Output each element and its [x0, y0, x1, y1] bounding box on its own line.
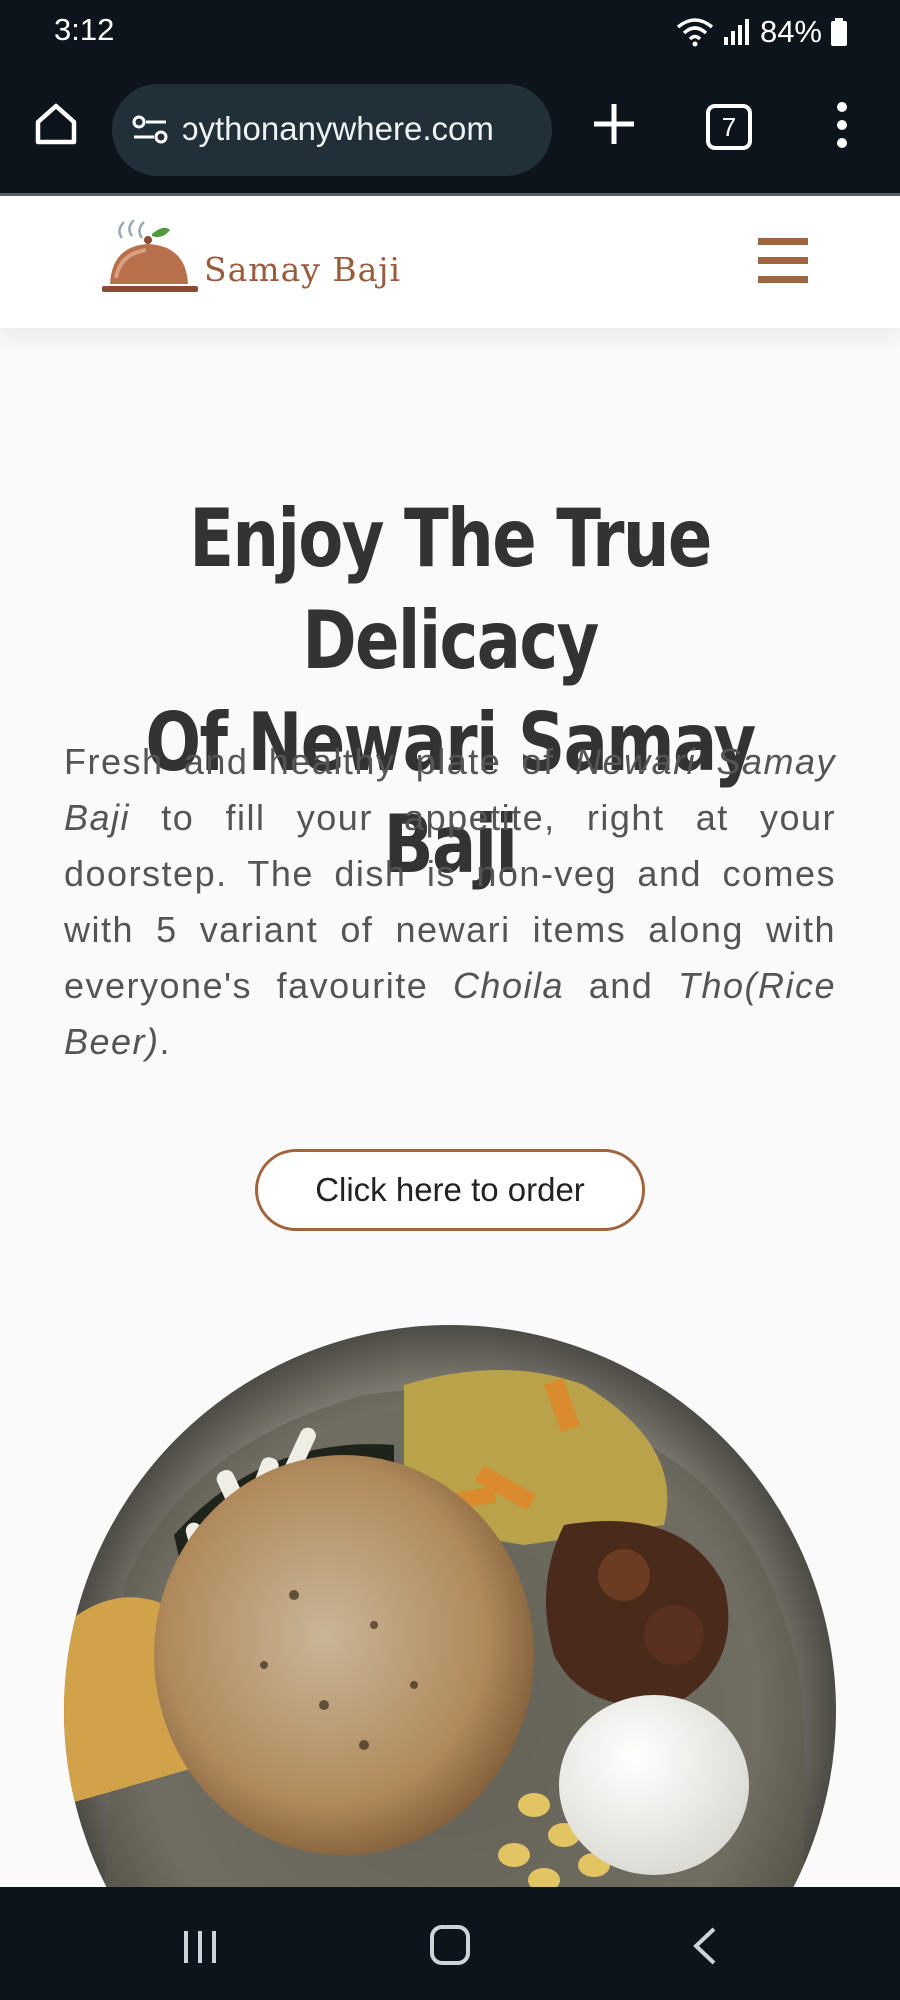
- status-time: 3:12: [54, 12, 115, 47]
- battery-icon: [831, 18, 847, 46]
- browser-home-button[interactable]: [24, 92, 88, 156]
- hamburger-menu-icon[interactable]: [758, 238, 810, 284]
- browser-toolbar: ɔythonanywhere.com 7: [0, 64, 900, 196]
- desc-text: Fresh and healthy plate of: [64, 741, 576, 782]
- home-icon: [35, 103, 77, 145]
- desc-emphasis-choila: Choila: [452, 965, 564, 1006]
- system-nav-bar: [0, 1887, 900, 2000]
- url-text[interactable]: ɔythonanywhere.com: [182, 110, 494, 148]
- url-bar[interactable]: ɔythonanywhere.com: [112, 84, 552, 176]
- home-circle-icon[interactable]: [430, 1925, 470, 1965]
- back-icon[interactable]: [690, 1925, 720, 1967]
- recent-apps-icon[interactable]: [180, 1927, 220, 1967]
- signal-icon: [723, 19, 749, 45]
- wifi-icon: [676, 18, 714, 47]
- food-plate-image: [64, 1325, 836, 1887]
- cloche-logo-icon: [102, 220, 198, 292]
- desc-text: .: [159, 1021, 172, 1062]
- status-bar: 3:12 84%: [0, 0, 900, 64]
- battery-percent: 84%: [759, 14, 822, 49]
- site-settings-icon[interactable]: [130, 110, 170, 150]
- more-options-icon[interactable]: [822, 102, 862, 158]
- status-icons: 84%: [676, 12, 848, 52]
- desc-text: and: [564, 965, 678, 1006]
- hero-description: Fresh and healthy plate of Newari Samay …: [64, 734, 836, 1070]
- tabs-icon[interactable]: 7: [706, 104, 752, 150]
- hero-title-line1: Enjoy The True Delicacy: [189, 492, 712, 687]
- order-button[interactable]: Click here to order: [255, 1149, 645, 1231]
- brand-name: Samay Baji: [204, 250, 402, 289]
- new-tab-plus-icon[interactable]: [586, 96, 642, 152]
- site-logo[interactable]: Samay Baji: [102, 220, 402, 310]
